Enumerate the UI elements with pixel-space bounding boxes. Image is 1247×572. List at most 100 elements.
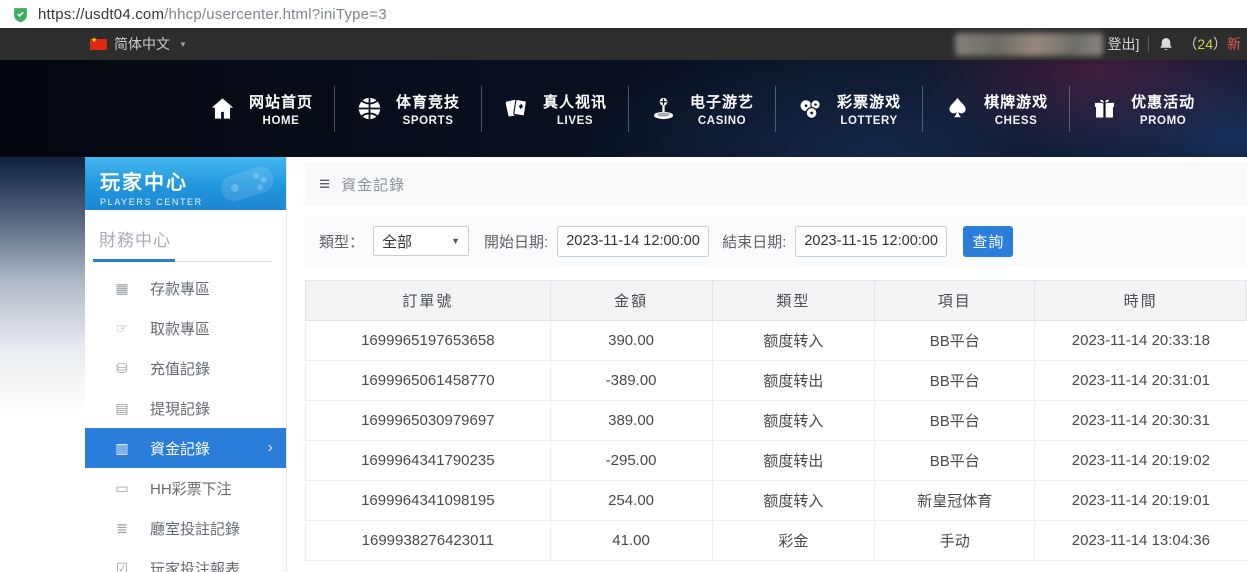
search-button[interactable]: 查詢 (963, 225, 1014, 257)
cell-time: 2023-11-14 20:19:01 (1034, 480, 1247, 521)
cell-order-number: 1699964341790235 (305, 440, 551, 481)
cell-amount: 389.00 (549, 400, 713, 441)
nav-item-sports[interactable]: 体育竞技 SPORTS (335, 91, 481, 127)
header-type: 類型 (711, 280, 876, 321)
funds-record-table: 訂單號 金額 類型 項目 時間 1699965197653658 390.00 … (305, 280, 1247, 568)
chevron-right-icon: › (267, 439, 273, 456)
sidebar-item-hh-lottery-bets[interactable]: ▭ HH彩票下注 (85, 468, 286, 508)
type-select[interactable]: 全部 ▼ (373, 226, 470, 256)
breadcrumb: ≡ 資金記錄 (305, 162, 1247, 206)
chevron-down-icon: ▼ (179, 39, 187, 49)
type-select-value: 全部 (382, 233, 413, 251)
main-content: ≡ 資金記錄 類型： 全部 ▼ 開始日期: 結束日期: 查詢 訂單號 金額 (287, 157, 1247, 572)
topbar-divider (1148, 36, 1150, 52)
username-redacted (954, 32, 1103, 56)
home-icon (211, 98, 234, 119)
cell-amount: -295.00 (549, 440, 713, 481)
nav-item-chess[interactable]: 棋牌游戏 CHESS (923, 91, 1069, 127)
logout-link[interactable]: 登出] (1108, 34, 1140, 54)
cell-item: BB平台 (874, 320, 1036, 361)
main-nav: 网站首页 HOME 体育竞技 SPORTS 真人视讯 LIVES 电子游艺 CASINO… (0, 60, 1247, 157)
type-filter-label: 類型： (319, 233, 365, 251)
nav-item-home[interactable]: 网站首页 HOME (188, 91, 334, 127)
cell-order-number: 1699964341098195 (305, 480, 551, 521)
sidebar-header: 玩家中心 PLAYERS CENTER (85, 157, 286, 210)
cell-item: BB平台 (874, 360, 1036, 401)
start-date-input[interactable] (557, 225, 710, 257)
header-item: 項目 (874, 280, 1036, 321)
filter-bar: 類型： 全部 ▼ 開始日期: 結束日期: 查詢 (305, 216, 1247, 266)
url-text: https://usdt04.com/hhcp/usercenter.html?… (38, 5, 387, 23)
sidebar-menu: ▦ 存款專區 ☞ 取款專區 ⛁ 充值記錄 ▤ 提現記錄 ▥ 資金記錄 › ▭ H… (85, 268, 286, 572)
sidebar-item-recharge-record[interactable]: ⛁ 充值記錄 (85, 348, 286, 388)
cell-type: 彩金 (711, 520, 876, 561)
sidebar-item-player-bet-report[interactable]: ☑ 玩家投注報表 (85, 548, 286, 572)
report-checkbox-icon: ☑ (115, 559, 129, 572)
roulette-icon (653, 97, 674, 120)
sidebar-item-withdrawal-record[interactable]: ▤ 提現記錄 (85, 388, 286, 428)
cell-time: 2023-11-14 13:04:36 (1034, 520, 1247, 561)
page-body: 玩家中心 PLAYERS CENTER 財務中心 ▦ 存款專區 ☞ 取款專區 ⛁… (0, 157, 1247, 572)
header-order-number: 訂單號 (305, 280, 551, 321)
playing-cards-icon (505, 99, 527, 117)
basketball-icon (358, 97, 381, 120)
top-utility-bar: 简体中文 ▼ 登出] （24）新 (0, 28, 1247, 60)
table-row: 1699965061458770 -389.00 额度转出 BB平台 2023-… (305, 360, 1247, 401)
secure-shield-icon (12, 6, 29, 23)
deposit-icon: ▦ (115, 279, 129, 296)
table-row: 1699938276423011 41.00 彩金 手动 2023-11-14 … (305, 520, 1247, 561)
sidebar-item-hall-bet-record[interactable]: ≣ 廳室投註記錄 (85, 508, 286, 548)
cell-time: 2023-11-14 20:33:18 (1034, 320, 1247, 361)
records-table-body: 1699965197653658 390.00 额度转入 BB平台 2023-1… (305, 320, 1247, 561)
ticket-icon: ▭ (115, 479, 129, 496)
cell-amount: -389.00 (549, 360, 713, 401)
hand-money-icon: ☞ (115, 319, 129, 336)
nav-item-lottery[interactable]: 彩票游戏 LOTTERY (776, 91, 922, 127)
wallet-icon: ▤ (115, 399, 129, 416)
sidebar-item-withdraw[interactable]: ☞ 取款專區 (85, 308, 286, 348)
start-date-label: 開始日期: (484, 233, 549, 251)
table-row: 1699964341790235 -295.00 额度转出 BB平台 2023-… (305, 440, 1247, 481)
partial-next-row (306, 561, 1247, 568)
players-center-sidebar: 玩家中心 PLAYERS CENTER 財務中心 ▦ 存款專區 ☞ 取款專區 ⛁… (85, 157, 287, 572)
table-row: 1699965030979697 389.00 额度转入 BB平台 2023-1… (305, 400, 1247, 441)
cell-item: 新皇冠体育 (874, 480, 1036, 521)
cell-type: 额度转入 (711, 400, 876, 441)
end-date-label: 結束日期: (722, 233, 787, 251)
cell-order-number: 1699965061458770 (305, 360, 551, 401)
cell-type: 额度转出 (711, 360, 876, 401)
spade-icon (949, 97, 966, 118)
table-row: 1699964341098195 254.00 额度转入 新皇冠体育 2023-… (305, 480, 1247, 521)
language-label: 简体中文 (114, 36, 170, 52)
money-bag-icon: ⛁ (116, 359, 128, 376)
cell-time: 2023-11-14 20:30:31 (1034, 400, 1247, 441)
sidebar-item-deposit[interactable]: ▦ 存款專區 (85, 268, 286, 308)
nav-item-lives[interactable]: 真人视讯 LIVES (482, 91, 628, 127)
nav-item-casino[interactable]: 电子游艺 CASINO (629, 91, 775, 127)
cell-item: BB平台 (874, 440, 1036, 481)
sidebar-section-title: 財務中心 (99, 231, 171, 250)
language-selector[interactable]: 简体中文 ▼ (90, 34, 187, 54)
gift-icon (1095, 98, 1115, 118)
section-underline (93, 259, 272, 262)
select-caret-icon: ▼ (451, 236, 461, 246)
cell-time: 2023-11-14 20:31:01 (1034, 360, 1247, 401)
sidebar-item-funds-record[interactable]: ▥ 資金記錄 › (85, 428, 286, 468)
end-date-input[interactable] (795, 225, 948, 257)
new-message-badge[interactable]: （24）新 (1183, 34, 1241, 54)
nav-item-promo[interactable]: 优惠活动 PROMO (1070, 91, 1216, 127)
cell-item: BB平台 (874, 400, 1036, 441)
page-title: 資金記錄 (341, 176, 406, 194)
cell-amount: 254.00 (549, 480, 713, 521)
cell-type: 额度转出 (711, 440, 876, 481)
browser-address-bar[interactable]: https://usdt04.com/hhcp/usercenter.html?… (0, 0, 1247, 28)
cell-type: 额度转入 (711, 480, 876, 521)
cell-item: 手动 (874, 520, 1036, 561)
hamburger-menu-icon[interactable]: ≡ (319, 175, 330, 194)
china-flag-icon (90, 36, 107, 50)
banknotes-icon: ▥ (115, 439, 129, 456)
bell-icon[interactable] (1158, 37, 1174, 52)
header-time: 時間 (1034, 280, 1247, 321)
header-amount: 金額 (549, 280, 713, 321)
table-row: 1699965197653658 390.00 额度转入 BB平台 2023-1… (305, 320, 1247, 361)
